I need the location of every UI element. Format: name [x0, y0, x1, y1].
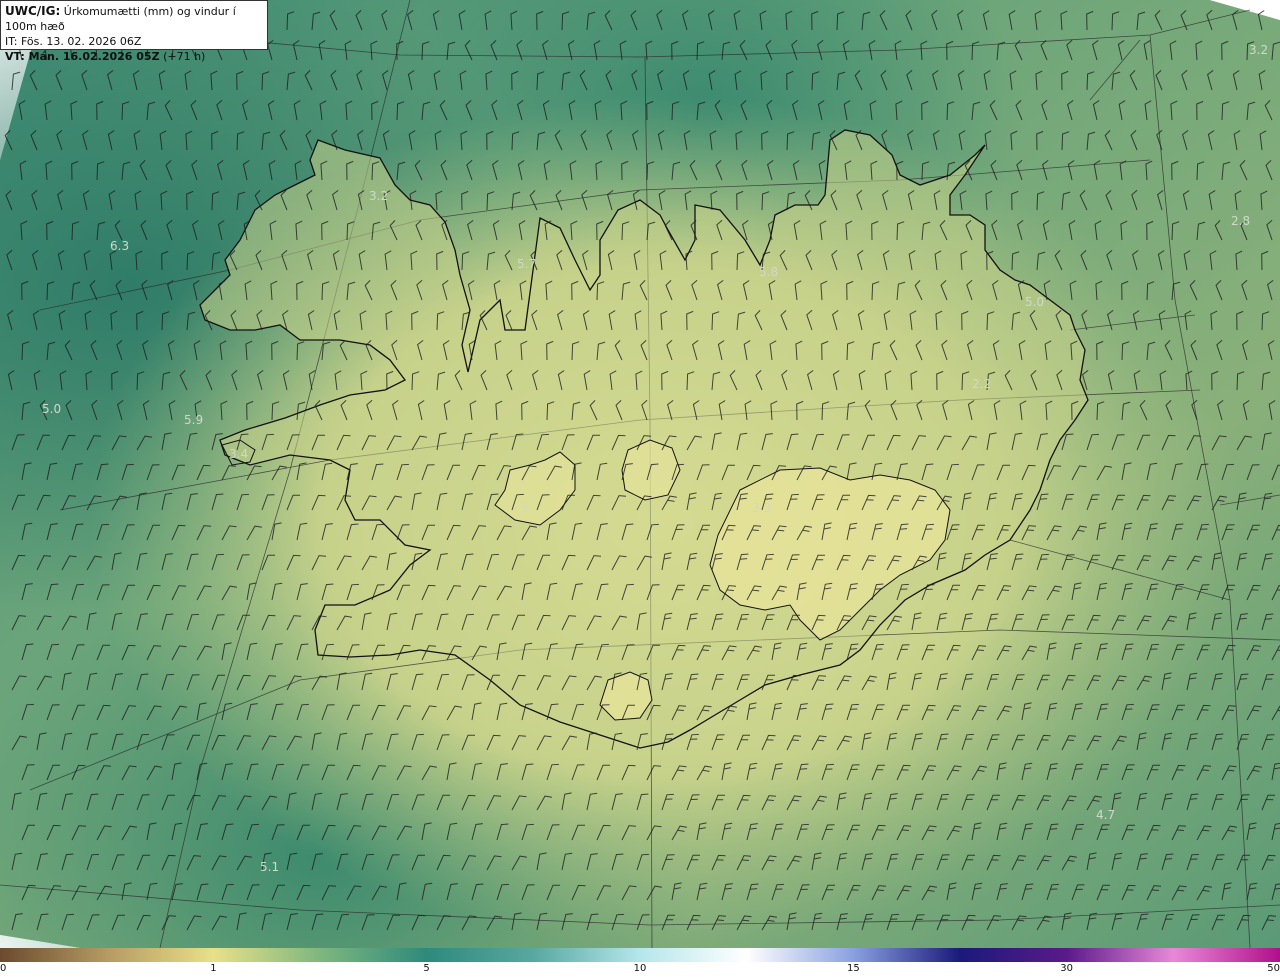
colorbar-tick: 5 [423, 963, 430, 974]
title-line: UWC/IG: Úrkomumætti (mm) og vindur í 100… [5, 4, 263, 34]
colorbar-tick: 0 [0, 963, 7, 974]
value-southwest-sea: 5.1 [260, 860, 279, 874]
valid-time-line: VT: Mán. 16.02.2026 05Z (+71 h) [5, 49, 263, 64]
value-east-edge: 2.8 [1231, 214, 1250, 228]
value-ne-corner: 3.2 [1249, 43, 1268, 57]
issue-time: IT: Fös. 13. 02. 2026 06Z [5, 35, 142, 48]
value-snaefellsnes: 3.4 [229, 447, 248, 461]
lead-time: (+71 h) [163, 50, 206, 63]
value-far-west: 5.0 [42, 402, 61, 416]
colorbar [0, 948, 1280, 962]
value-north-central: 5.8 [759, 265, 778, 279]
value-west-sea: 6.3 [110, 239, 129, 253]
model-name: UWC/IG: [5, 4, 61, 18]
forecast-map: 3.2 2.8 6.3 3.2 5.7 5.8 5.0 2.2 5.0 5.9 … [0, 0, 1280, 948]
value-north-fjord: 5.7 [517, 257, 536, 271]
value-east-fjords: 2.2 [972, 377, 991, 391]
colorbar-tick: 30 [1060, 963, 1073, 974]
value-snaefellsnes-sea: 5.9 [184, 413, 203, 427]
value-southeast-sea: 4.7 [1096, 808, 1115, 822]
valid-time: VT: Mán. 16.02.2026 05Z [5, 50, 160, 63]
colorbar-ticks: 0 1 5 10 15 30 50 [0, 962, 1280, 978]
colorbar-tick: 15 [847, 963, 860, 974]
colorbar-tick: 10 [633, 963, 647, 974]
value-westfjords: 3.2 [369, 189, 388, 203]
colorbar-tick: 1 [210, 963, 217, 974]
value-northeast: 5.0 [1025, 295, 1044, 309]
value-highland-west: 3 [520, 501, 528, 515]
colorbar-tick: 50 [1267, 963, 1280, 974]
info-box: UWC/IG: Úrkomumætti (mm) og vindur í 100… [0, 0, 268, 63]
map-panel: 3.2 2.8 6.3 3.2 5.7 5.8 5.0 2.2 5.0 5.9 … [0, 0, 1280, 948]
value-vatnajokull: 3.3 [752, 501, 771, 515]
